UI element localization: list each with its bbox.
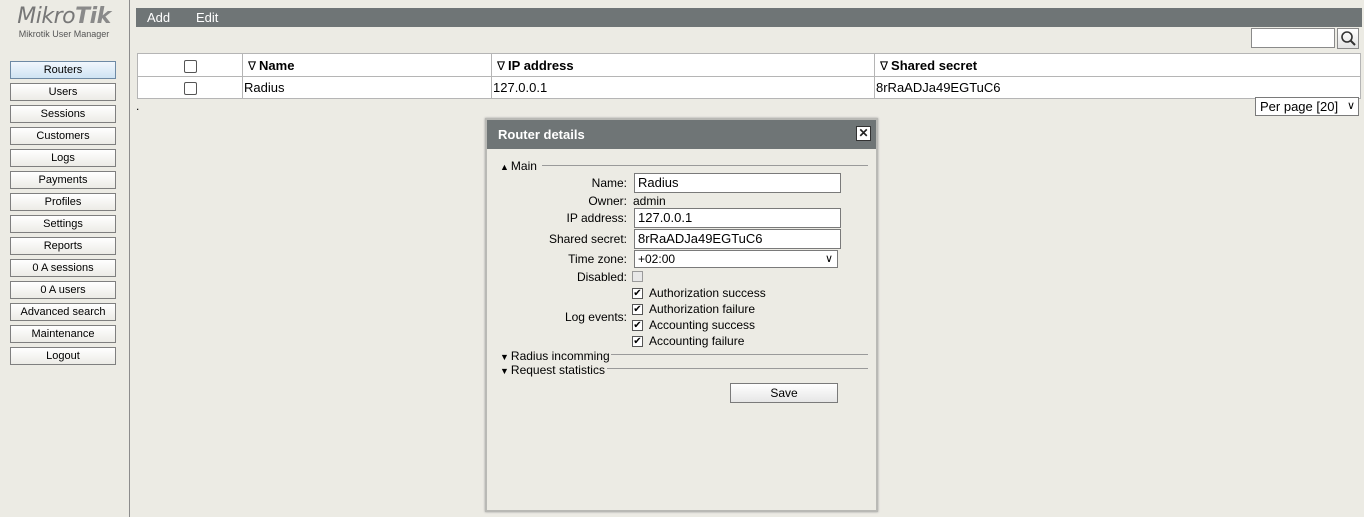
per-page-value: Per page [20]: [1260, 99, 1339, 114]
per-page-select[interactable]: Per page [20] ∨: [1255, 97, 1359, 116]
select-all-checkbox[interactable]: [183, 59, 197, 73]
triangle-up-icon: ▲: [500, 162, 509, 172]
section-radius-toggle[interactable]: ▼ Radius incomming: [500, 349, 610, 363]
section-divider: [542, 165, 868, 166]
nav-active-sessions[interactable]: 0 A sessions: [10, 259, 116, 277]
ip-input[interactable]: 127.0.0.1: [634, 208, 841, 228]
chevron-down-icon: ∨: [824, 253, 833, 265]
magnifier-icon: [1341, 31, 1356, 46]
router-details-dialog: Router details ✕ ▲ Main Name: Radius Owne…: [485, 118, 878, 512]
accounting-success-label: Accounting success: [649, 318, 756, 332]
cell-secret: 8rRaADJa49EGTuC6: [874, 76, 1361, 99]
sort-icon: ∇: [880, 58, 889, 73]
nav-logs[interactable]: Logs: [10, 149, 116, 167]
mikrotik-logo: MikroTik Mikrotik User Manager: [8, 4, 120, 40]
column-label-ip: IP address: [508, 57, 574, 73]
authorization-success-checkbox[interactable]: ✔: [632, 288, 643, 299]
nav-payments[interactable]: Payments: [10, 171, 116, 189]
nav-customers[interactable]: Customers: [10, 127, 116, 145]
column-label-secret: Shared secret: [891, 57, 978, 73]
sidebar: MikroTik Mikrotik User Manager Routers U…: [0, 0, 130, 517]
secret-input[interactable]: 8rRaADJa49EGTuC6: [634, 229, 841, 249]
triangle-down-icon: ▼: [500, 366, 509, 376]
authorization-success-label: Authorization success: [649, 286, 766, 300]
nav-active-users[interactable]: 0 A users: [10, 281, 116, 299]
accounting-success-checkbox[interactable]: ✔: [632, 320, 643, 331]
column-header-secret[interactable]: ∇ Shared secret: [874, 53, 1361, 77]
timezone-label: Time zone:: [568, 252, 627, 266]
table-header-row: ∇ Name ∇ IP address ∇ Shared secret: [137, 53, 1361, 77]
nav-maintenance[interactable]: Maintenance: [10, 325, 116, 343]
sort-icon: ∇: [248, 58, 257, 73]
nav-routers[interactable]: Routers: [10, 61, 116, 79]
cell-name: Radius: [242, 76, 492, 99]
nav-sessions[interactable]: Sessions: [10, 105, 116, 123]
nav-settings[interactable]: Settings: [10, 215, 116, 233]
select-all-cell: [137, 53, 243, 77]
owner-label: Owner:: [588, 194, 627, 208]
ip-label: IP address:: [566, 211, 627, 225]
section-divider: [607, 368, 868, 369]
accounting-failure-label: Accounting failure: [649, 334, 745, 348]
column-label-name: Name: [259, 57, 295, 73]
row-select-cell: [137, 76, 243, 99]
dialog-header: Router details ✕: [487, 120, 876, 149]
authorization-failure-checkbox[interactable]: ✔: [632, 304, 643, 315]
nav-profiles[interactable]: Profiles: [10, 193, 116, 211]
section-divider: [611, 354, 868, 355]
table-footer-dot: .: [136, 99, 140, 113]
section-stats-label: Request statistics: [510, 363, 605, 377]
add-button[interactable]: Add: [147, 8, 170, 27]
nav-advanced-search[interactable]: Advanced search: [10, 303, 116, 321]
name-input[interactable]: Radius: [634, 173, 841, 193]
search-button[interactable]: [1337, 28, 1359, 49]
routers-table: ∇ Name ∇ IP address ∇ Shared secret Radius …: [137, 53, 1361, 99]
dialog-title: Router details: [498, 127, 585, 142]
edit-button[interactable]: Edit: [196, 8, 218, 27]
search-input[interactable]: [1251, 28, 1335, 48]
nav-logout[interactable]: Logout: [10, 347, 116, 365]
triangle-down-icon: ▼: [500, 352, 509, 362]
logo-subtitle: Mikrotik User Manager: [18, 29, 110, 39]
logo-wordmark: MikroTik: [17, 4, 111, 29]
sort-icon: ∇: [497, 58, 506, 73]
close-icon[interactable]: ✕: [856, 126, 871, 141]
owner-value: admin: [633, 194, 666, 208]
column-header-ip[interactable]: ∇ IP address: [491, 53, 875, 77]
timezone-value: +02:00: [638, 252, 676, 266]
cell-ip: 127.0.0.1: [491, 76, 875, 99]
toolbar: Add Edit: [136, 8, 1362, 27]
column-header-name[interactable]: ∇ Name: [242, 53, 492, 77]
table-row[interactable]: Radius 127.0.0.1 8rRaADJa49EGTuC6: [137, 76, 1361, 99]
disabled-label: Disabled:: [576, 270, 627, 284]
timezone-select[interactable]: +02:00 ∨: [634, 250, 838, 268]
name-label: Name:: [591, 176, 627, 190]
chevron-down-icon: ∨: [1346, 100, 1355, 112]
save-button[interactable]: Save: [730, 383, 838, 403]
section-radius-label: Radius incomming: [510, 349, 610, 363]
section-main-label: Main: [510, 159, 537, 173]
row-checkbox[interactable]: [183, 82, 197, 96]
nav-reports[interactable]: Reports: [10, 237, 116, 255]
section-stats-toggle[interactable]: ▼ Request statistics: [500, 363, 605, 377]
authorization-failure-label: Authorization failure: [649, 302, 756, 316]
log-events-label: Log events:: [564, 310, 627, 324]
accounting-failure-checkbox[interactable]: ✔: [632, 336, 643, 347]
secret-label: Shared secret:: [548, 232, 627, 246]
disabled-checkbox[interactable]: [632, 271, 643, 282]
section-main-toggle[interactable]: ▲ Main: [500, 159, 537, 173]
nav-users[interactable]: Users: [10, 83, 116, 101]
